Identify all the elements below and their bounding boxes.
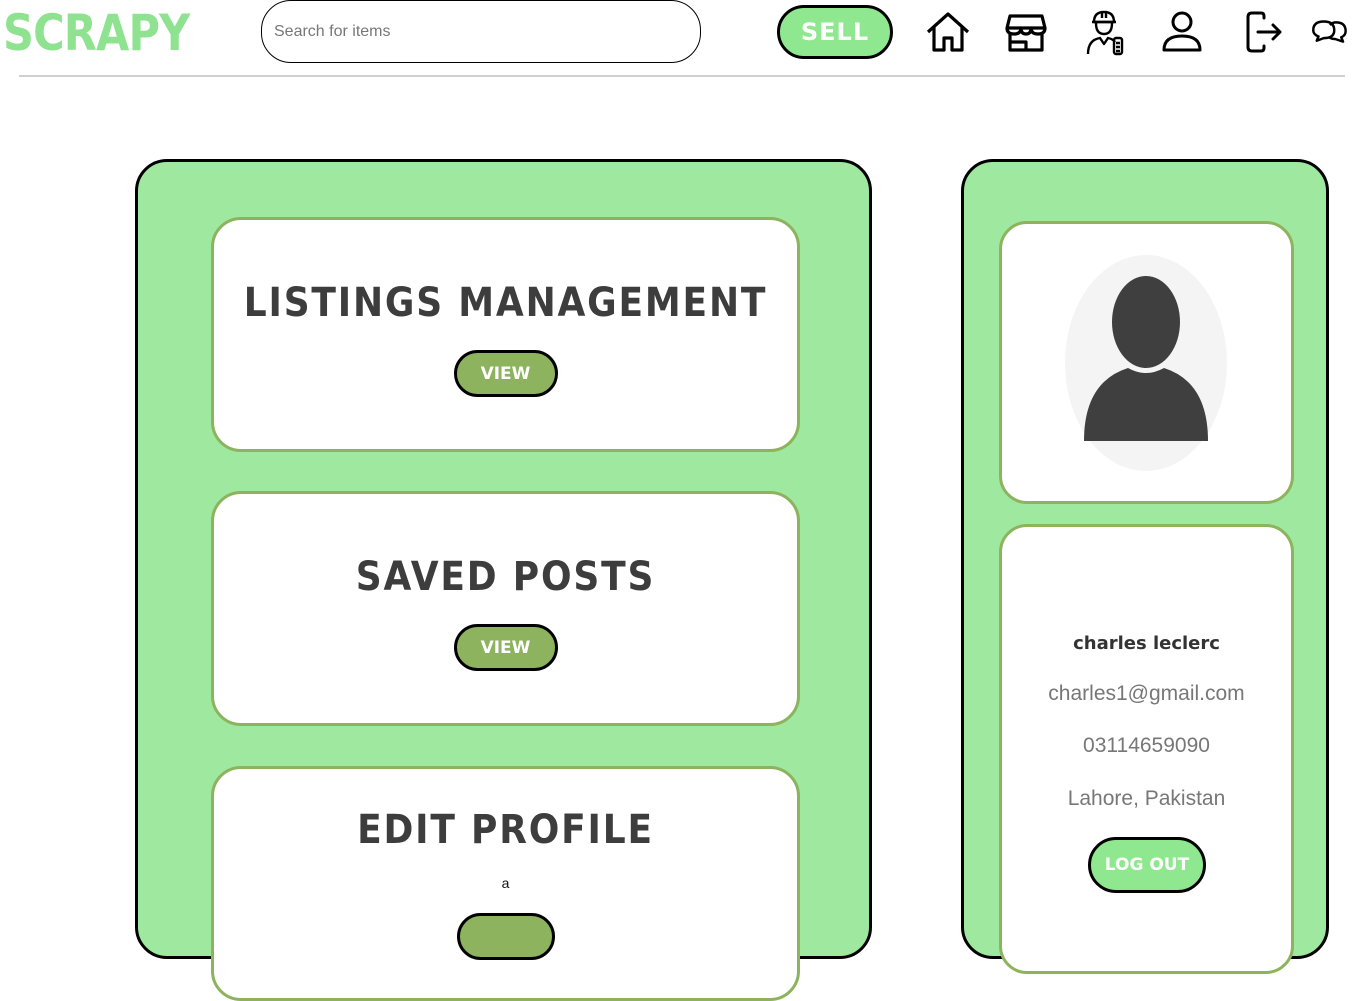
listings-view-button[interactable]: VIEW [453,350,558,397]
profile-info-card: charles leclerc charles1@gmail.com 03114… [999,524,1294,974]
user-location: Lahore, Pakistan [1067,787,1226,810]
home-icon[interactable] [924,8,972,56]
user-phone: 03114659090 [1083,734,1210,757]
saved-posts-title: SAVED POSTS [355,554,656,600]
edit-profile-title: EDIT PROFILE [357,807,654,853]
saved-posts-view-button[interactable]: VIEW [453,624,558,671]
search-input[interactable] [261,0,701,63]
store-icon[interactable] [1002,8,1050,56]
avatar [1065,255,1227,471]
user-email: charles1@gmail.com [1048,682,1245,705]
worker-icon[interactable] [1080,8,1128,56]
saved-posts-card: SAVED POSTS VIEW [211,491,800,726]
edit-profile-text: a [501,875,510,891]
account-menu-panel: LISTINGS MANAGEMENT VIEW SAVED POSTS VIE… [135,159,872,1001]
listings-management-title: LISTINGS MANAGEMENT [243,280,768,326]
user-icon[interactable] [1158,8,1206,56]
app-logo[interactable]: SCRAPY [3,4,190,62]
user-name: charles leclerc [1073,633,1220,654]
sell-button[interactable]: SELL [777,5,893,59]
header-divider [19,75,1345,77]
edit-profile-card: EDIT PROFILE a [211,766,800,1001]
logout-icon[interactable] [1238,8,1286,56]
listings-management-card: LISTINGS MANAGEMENT VIEW [211,217,800,452]
logout-button[interactable]: LOG OUT [1088,837,1206,893]
chat-icon[interactable] [1308,8,1350,56]
avatar-card [999,221,1294,504]
profile-panel: charles leclerc charles1@gmail.com 03114… [961,159,1329,974]
edit-profile-button[interactable] [456,913,555,960]
